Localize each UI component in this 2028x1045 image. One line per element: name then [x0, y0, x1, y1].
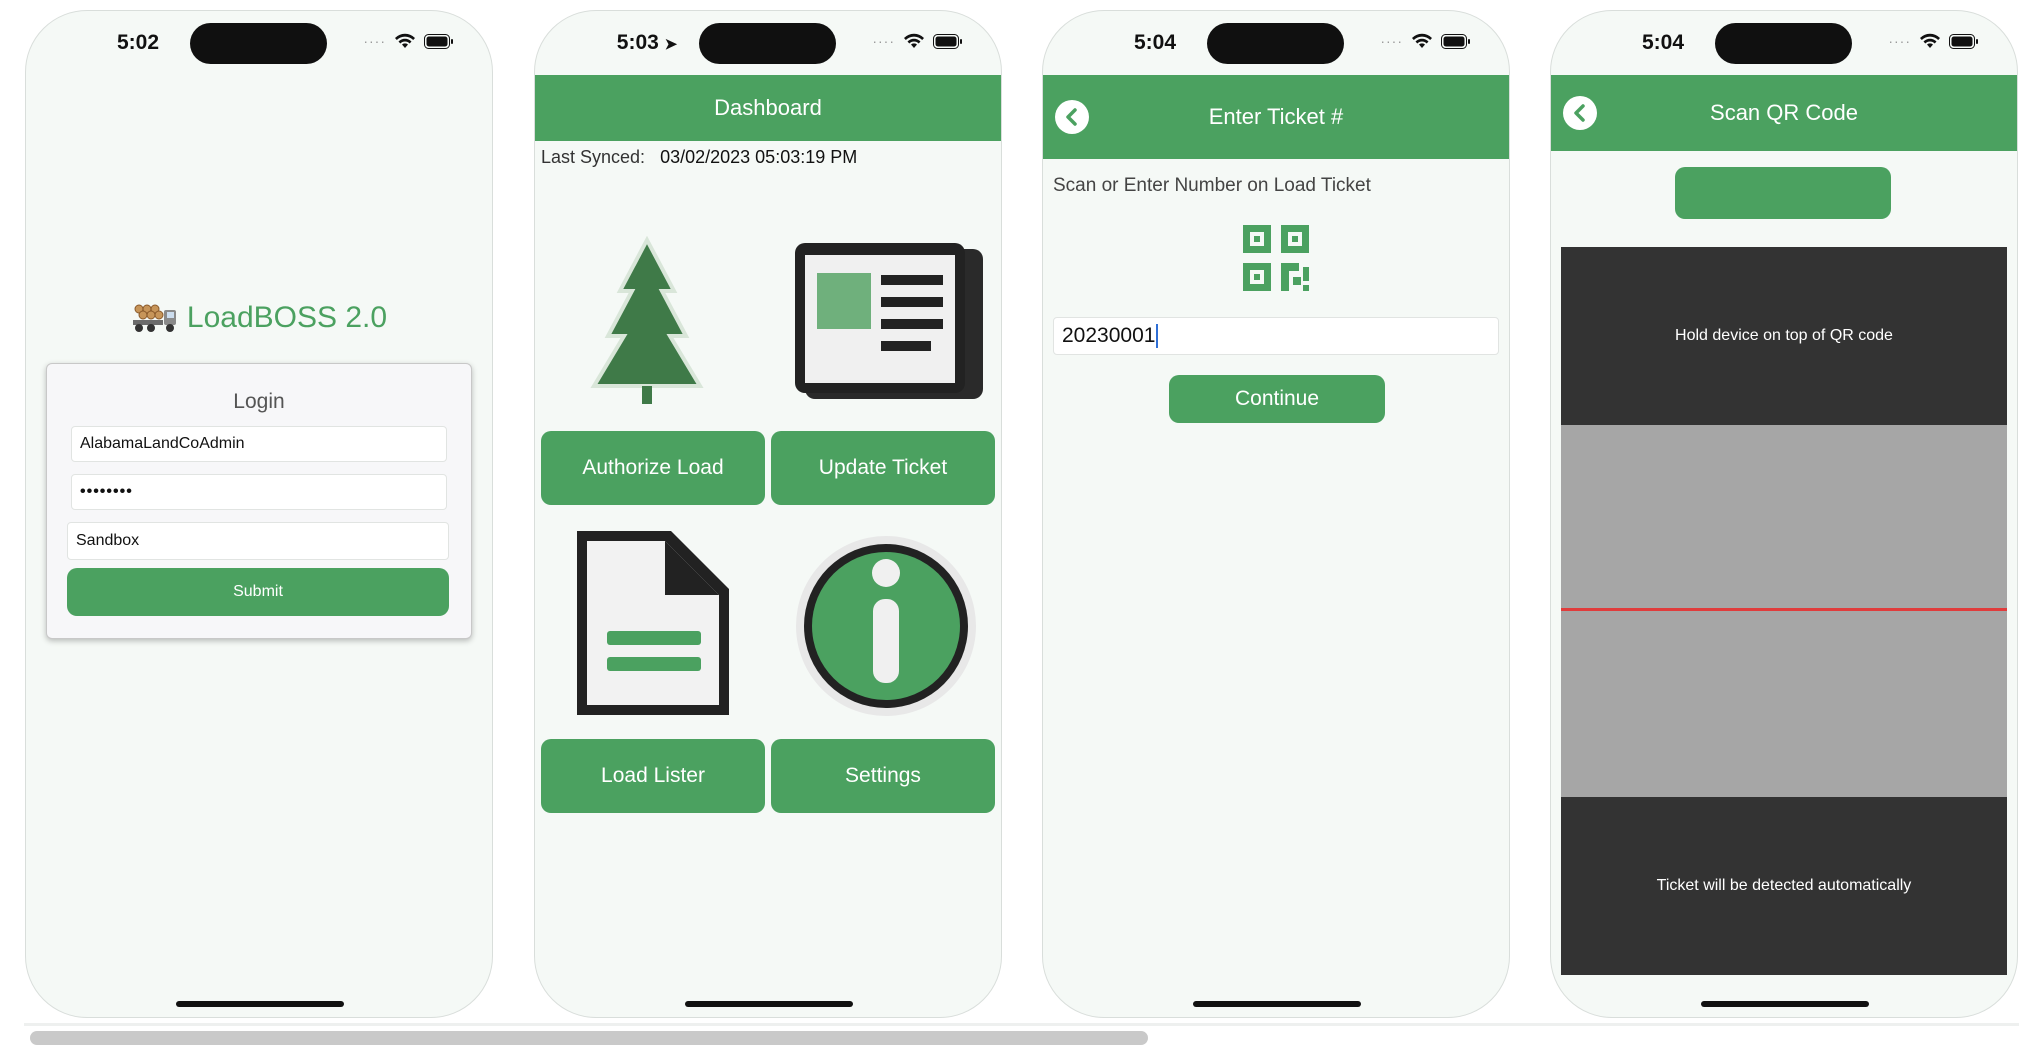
ticket-number-input[interactable]: 20230001: [1053, 317, 1499, 355]
status-time: 5:03 ➤: [591, 31, 703, 55]
home-indicator: [685, 1001, 853, 1007]
authorize-load-button[interactable]: Authorize Load: [541, 431, 765, 505]
document-icon[interactable]: [565, 525, 735, 725]
battery-icon: [1441, 33, 1470, 49]
status-time-text: 5:03: [616, 31, 659, 54]
cellular-signal-icon: ····: [1380, 33, 1403, 49]
last-synced: Last Synced: 03/02/2023 05:03:19 PM: [541, 147, 857, 168]
status-bar: 5:04 ····: [1043, 11, 1509, 75]
location-arrow-icon: ➤: [664, 36, 678, 53]
page-title: Scan QR Code: [1710, 100, 1858, 125]
scan-qr-screen: 5:04 ···· Scan QR Code Hold device on to…: [1550, 10, 2018, 1018]
status-time: 5:04: [1641, 31, 1685, 54]
status-icons: ····: [363, 33, 454, 49]
wifi-icon: [1920, 33, 1940, 48]
status-time: 5:02: [116, 31, 160, 54]
login-card-title: Login: [233, 390, 285, 413]
wifi-icon: [395, 33, 415, 48]
blank-action-button[interactable]: [1675, 167, 1891, 219]
dynamic-island: [1715, 23, 1852, 64]
home-indicator: [1193, 1001, 1361, 1007]
pine-tree-icon[interactable]: [577, 231, 717, 411]
continue-button[interactable]: Continue: [1169, 375, 1385, 423]
newspaper-icon[interactable]: [789, 237, 989, 407]
status-time: 5:04: [1133, 31, 1177, 54]
bottom-overlay: Ticket will be detected automatically: [1561, 797, 2007, 975]
dynamic-island: [1207, 23, 1344, 64]
scan-line: [1561, 608, 2007, 611]
battery-icon: [1949, 33, 1978, 49]
home-indicator: [1701, 1001, 1869, 1007]
load-lister-button[interactable]: Load Lister: [541, 739, 765, 813]
dashboard-screen: 5:03 ➤ ···· Dashboard Last Synced: 03/02…: [534, 10, 1002, 1018]
instruction-text: Scan or Enter Number on Load Ticket: [1053, 175, 1371, 196]
last-synced-label: Last Synced:: [541, 147, 646, 167]
back-button[interactable]: [1563, 96, 1597, 130]
dashboard-header: Dashboard: [535, 75, 1001, 141]
wifi-icon: [904, 33, 924, 48]
horizontal-scrollbar[interactable]: [30, 1031, 1148, 1045]
camera-viewfinder: Hold device on top of QR code Ticket wil…: [1561, 247, 2007, 975]
dynamic-island: [190, 23, 327, 64]
password-field[interactable]: ••••••••: [71, 474, 447, 510]
dynamic-island: [699, 23, 836, 64]
status-icons: ····: [1888, 33, 1979, 49]
status-bar: 5:04 ····: [1551, 11, 2017, 75]
submit-button[interactable]: Submit: [67, 568, 449, 616]
top-hint-text: Hold device on top of QR code: [1675, 327, 1893, 344]
app-title: LoadBOSS 2.0: [26, 301, 492, 335]
cellular-signal-icon: ····: [872, 33, 895, 49]
scrollbar-track: [24, 1023, 2019, 1026]
text-cursor: [1156, 324, 1159, 348]
enter-ticket-header: Enter Ticket #: [1043, 75, 1509, 159]
last-synced-value: 03/02/2023 05:03:19 PM: [660, 147, 858, 167]
info-icon[interactable]: [791, 531, 981, 721]
status-icons: ····: [1380, 33, 1471, 49]
ticket-number-value: 20230001: [1062, 324, 1156, 347]
chevron-left-icon: [1574, 104, 1585, 122]
page-title: Enter Ticket #: [1208, 104, 1344, 129]
home-indicator: [176, 1001, 344, 1007]
battery-icon: [933, 33, 962, 49]
qr-code-icon[interactable]: [1241, 223, 1311, 293]
status-bar: 5:02 ····: [26, 11, 492, 75]
logging-truck-icon: [132, 304, 176, 332]
app-name: LoadBOSS 2.0: [186, 301, 388, 334]
update-ticket-button[interactable]: Update Ticket: [771, 431, 995, 505]
back-button[interactable]: [1055, 100, 1089, 134]
status-icons: ····: [872, 33, 963, 49]
scan-qr-header: Scan QR Code: [1551, 75, 2017, 151]
settings-button[interactable]: Settings: [771, 739, 995, 813]
page-title: Dashboard: [714, 95, 822, 120]
login-screen: 5:02 ···· LoadBOSS 2.0 Login AlabamaLand…: [25, 10, 493, 1018]
environment-field[interactable]: Sandbox: [67, 522, 449, 560]
cellular-signal-icon: ····: [363, 33, 386, 49]
top-overlay: Hold device on top of QR code: [1561, 247, 2007, 425]
chevron-left-icon: [1066, 108, 1077, 126]
enter-ticket-screen: 5:04 ···· Enter Ticket # Scan or Enter N…: [1042, 10, 1510, 1018]
username-field[interactable]: AlabamaLandCoAdmin: [71, 426, 447, 462]
login-card: Login AlabamaLandCoAdmin •••••••• Sandbo…: [46, 363, 472, 639]
battery-icon: [424, 33, 453, 49]
cellular-signal-icon: ····: [1888, 33, 1911, 49]
wifi-icon: [1412, 33, 1432, 48]
status-bar: 5:03 ➤ ····: [535, 11, 1001, 75]
bottom-hint-text: Ticket will be detected automatically: [1656, 877, 1912, 894]
